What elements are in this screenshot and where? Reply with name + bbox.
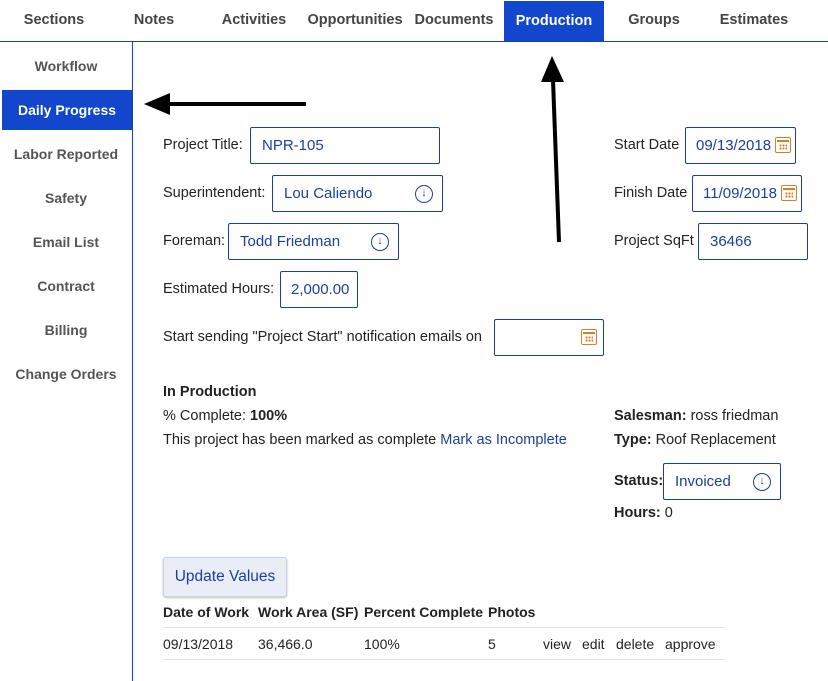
annotation-arrow <box>144 93 306 115</box>
annotation-arrows <box>144 56 564 243</box>
annotation-arrow <box>541 56 564 243</box>
